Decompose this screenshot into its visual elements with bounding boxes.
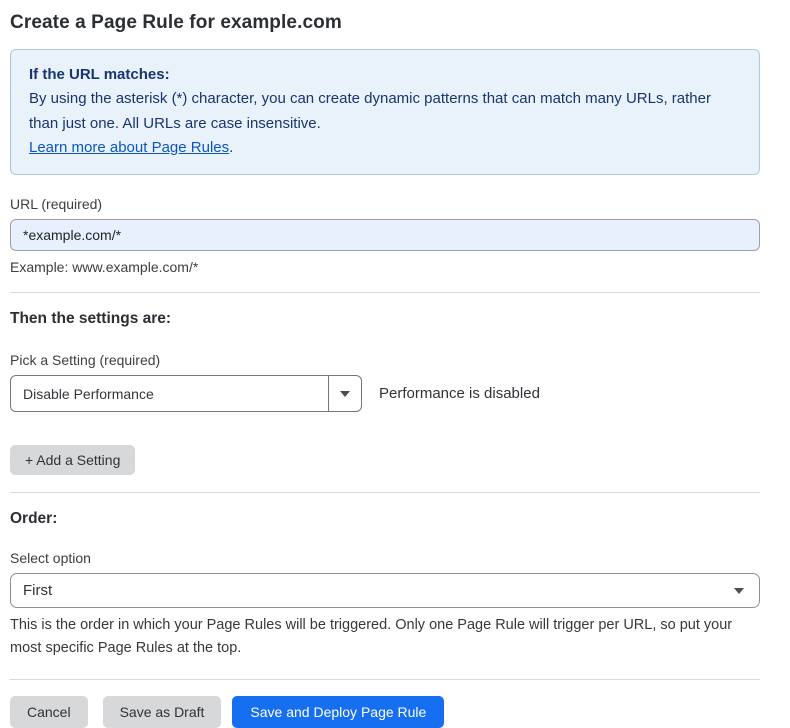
- link-suffix: .: [229, 139, 233, 156]
- settings-section-heading: Then the settings are:: [10, 310, 760, 328]
- order-section-heading: Order:: [10, 510, 760, 528]
- order-select[interactable]: First: [10, 573, 760, 608]
- setting-select-value: Disable Performance: [11, 376, 328, 411]
- chevron-down-icon: [734, 588, 744, 594]
- page-title: Create a Page Rule for example.com: [10, 12, 760, 34]
- order-select-label: Select option: [10, 550, 760, 566]
- divider: [10, 292, 760, 293]
- info-box-heading: If the URL matches:: [29, 63, 741, 87]
- url-field-label: URL (required): [10, 196, 760, 212]
- cancel-button[interactable]: Cancel: [10, 696, 88, 728]
- pick-setting-label: Pick a Setting (required): [10, 352, 760, 368]
- setting-select-arrow-button[interactable]: [328, 376, 361, 411]
- order-select-value: First: [23, 582, 734, 599]
- url-input[interactable]: [10, 219, 760, 251]
- learn-more-link[interactable]: Learn more about Page Rules: [29, 139, 229, 156]
- save-draft-button[interactable]: Save as Draft: [103, 696, 222, 728]
- save-deploy-button[interactable]: Save and Deploy Page Rule: [232, 696, 444, 728]
- setting-select[interactable]: Disable Performance: [10, 375, 362, 412]
- footer-actions: Cancel Save as Draft Save and Deploy Pag…: [10, 696, 760, 728]
- setting-row: Disable Performance Performance is disab…: [10, 375, 760, 412]
- create-page-rule-form: Create a Page Rule for example.com If th…: [0, 0, 790, 728]
- setting-status-text: Performance is disabled: [379, 385, 540, 402]
- info-box-body: By using the asterisk (*) character, you…: [29, 87, 741, 136]
- url-example-helper: Example: www.example.com/*: [10, 259, 760, 275]
- chevron-down-icon: [340, 391, 350, 397]
- url-matches-info-box: If the URL matches: By using the asteris…: [10, 49, 760, 175]
- divider: [10, 679, 760, 680]
- add-setting-button[interactable]: + Add a Setting: [10, 445, 135, 475]
- divider: [10, 492, 760, 493]
- info-box-link-row: Learn more about Page Rules.: [29, 136, 741, 160]
- order-description: This is the order in which your Page Rul…: [10, 614, 758, 659]
